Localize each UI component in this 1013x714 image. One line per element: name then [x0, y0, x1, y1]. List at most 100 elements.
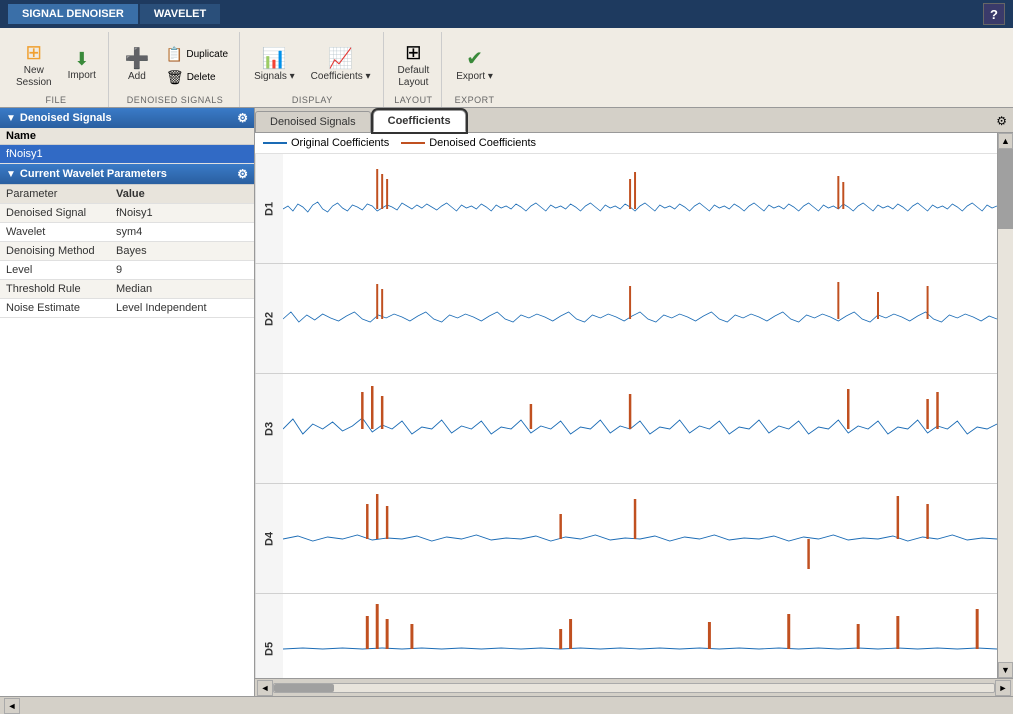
default-layout-button[interactable]: ⊞ DefaultLayout [392, 39, 436, 93]
chart-svg-d5 [283, 594, 997, 678]
duplicate-button[interactable]: 📋 Duplicate [161, 44, 233, 65]
chart-row-d3: D3 [255, 374, 997, 484]
legend-denoised-label: Denoised Coefficients [429, 137, 536, 149]
param-noise-estimate-value: Level Independent [110, 299, 254, 318]
table-row: Denoising Method Bayes [0, 242, 254, 261]
chart-row-d5: D5 [255, 594, 997, 678]
param-wavelet-label: Wavelet [0, 223, 110, 242]
denoised-signal-item-0[interactable]: fNoisy1 [0, 145, 254, 164]
title-bar: SIGNAL DENOISER WAVELET ? [0, 0, 1013, 28]
chart-svg-d4 [283, 484, 997, 593]
legend-original-label: Original Coefficients [291, 137, 389, 149]
wavelet-params-panel: ▼ Current Wavelet Parameters ⚙ Parameter… [0, 164, 254, 696]
toolbar-group-file: ⊞ NewSession ⬇ Import FILE [4, 32, 109, 107]
hscroll-right-button[interactable]: ► [995, 680, 1011, 696]
toolbar-export-buttons: ✔ Export ▾ [450, 32, 499, 95]
status-arrow-left[interactable]: ◄ [4, 698, 20, 714]
chart-row-d1: D1 [255, 154, 997, 264]
param-denoised-signal-value: fNoisy1 [110, 204, 254, 223]
table-row: Wavelet sym4 [0, 223, 254, 242]
export-button[interactable]: ✔ Export ▾ [450, 45, 499, 86]
table-row: Level 9 [0, 261, 254, 280]
import-button[interactable]: ⬇ Import [62, 46, 102, 85]
legend-original-line [263, 142, 287, 144]
signals-icon: 📊 [262, 49, 287, 69]
help-button[interactable]: ? [983, 3, 1005, 25]
import-icon: ⬇ [74, 50, 89, 68]
export-label: Export ▾ [456, 71, 493, 82]
vscroll-track [998, 149, 1013, 662]
coefficients-button[interactable]: 📈 Coefficients ▾ [305, 45, 377, 86]
tab-denoised-signals[interactable]: Denoised Signals [255, 111, 371, 132]
params-table: Parameter Value Denoised Signal fNoisy1 … [0, 184, 254, 696]
main-area: ▼ Denoised Signals ⚙ Name fNoisy1 ▼ Curr… [0, 108, 1013, 696]
param-denoising-method-label: Denoising Method [0, 242, 110, 261]
chart-legend: Original Coefficients Denoised Coefficie… [255, 133, 997, 154]
chart-row-d2: D2 [255, 264, 997, 374]
import-label: Import [68, 70, 96, 81]
title-tab-signal-denoiser[interactable]: SIGNAL DENOISER [8, 4, 138, 24]
chart-area[interactable]: Original Coefficients Denoised Coefficie… [255, 133, 997, 678]
dup-delete-stack: 📋 Duplicate 🗑 Delete [161, 44, 233, 88]
title-tab-wavelet[interactable]: WAVELET [140, 4, 220, 24]
wavelet-params-header[interactable]: ▼ Current Wavelet Parameters ⚙ [0, 164, 254, 184]
table-row: Denoised Signal fNoisy1 [0, 204, 254, 223]
chart-label-d4: D4 [255, 484, 283, 593]
tab-coefficients[interactable]: Coefficients [373, 110, 466, 132]
chart-area-with-scroll: Original Coefficients Denoised Coefficie… [255, 133, 1013, 678]
toolbar-display-buttons: 📊 Signals ▾ 📈 Coefficients ▾ [248, 32, 376, 95]
denoised-signals-title: Denoised Signals [20, 112, 112, 124]
param-threshold-rule-label: Threshold Rule [0, 280, 110, 299]
hscroll-thumb[interactable] [274, 684, 334, 692]
denoised-signals-gear-icon[interactable]: ⚙ [237, 111, 248, 125]
wavelet-params-title: Current Wavelet Parameters [20, 168, 167, 180]
coefficients-label: Coefficients ▾ [311, 71, 371, 82]
param-denoised-signal-label: Denoised Signal [0, 204, 110, 223]
hscroll-left-button[interactable]: ◄ [257, 680, 273, 696]
vertical-scrollbar[interactable]: ▲ ▼ [997, 133, 1013, 678]
delete-icon: 🗑 [166, 69, 184, 86]
param-denoising-method-value: Bayes [110, 242, 254, 261]
denoised-signals-collapse-arrow: ▼ [6, 113, 16, 124]
new-session-button[interactable]: ⊞ NewSession [10, 39, 58, 93]
default-layout-label: DefaultLayout [398, 65, 430, 89]
toolbar-group-denoised-signals: ➕ Add 📋 Duplicate 🗑 Delete DENOISED SIGN… [111, 32, 240, 107]
toolbar-group-layout: ⊞ DefaultLayout LAYOUT [386, 32, 443, 107]
title-bar-tabs: SIGNAL DENOISER WAVELET [8, 4, 220, 24]
toolbar-group-display: 📊 Signals ▾ 📈 Coefficients ▾ DISPLAY [242, 32, 383, 107]
param-level-label: Level [0, 261, 110, 280]
param-noise-estimate-label: Noise Estimate [0, 299, 110, 318]
add-button[interactable]: ➕ Add [117, 45, 157, 86]
vscroll-thumb[interactable] [998, 149, 1013, 229]
vscroll-down-button[interactable]: ▼ [998, 662, 1013, 678]
param-wavelet-value: sym4 [110, 223, 254, 242]
chart-label-d3: D3 [255, 374, 283, 483]
vscroll-up-button[interactable]: ▲ [998, 133, 1013, 149]
params-col-parameter: Parameter [0, 185, 110, 204]
param-level-value: 9 [110, 261, 254, 280]
denoised-signals-header[interactable]: ▼ Denoised Signals ⚙ [0, 108, 254, 128]
denoised-signals-col-header: Name [0, 128, 254, 145]
chart-svg-d3 [283, 374, 997, 483]
chart-svg-d2 [283, 264, 997, 373]
horizontal-scrollbar-area: ◄ ► [255, 678, 1013, 696]
status-bar: ◄ [0, 696, 1013, 714]
file-group-label: FILE [45, 95, 66, 107]
delete-button[interactable]: 🗑 Delete [161, 67, 233, 88]
legend-denoised-line [401, 142, 425, 144]
new-session-icon: ⊞ [25, 43, 42, 63]
signals-button[interactable]: 📊 Signals ▾ [248, 45, 301, 86]
right-panel: Denoised Signals Coefficients ⚙ Original… [255, 108, 1013, 696]
tabs-gear-icon[interactable]: ⚙ [990, 110, 1013, 132]
layout-group-label: LAYOUT [394, 95, 432, 107]
denoised-signals-panel: ▼ Denoised Signals ⚙ Name fNoisy1 [0, 108, 254, 164]
wavelet-params-gear-icon[interactable]: ⚙ [237, 167, 248, 181]
toolbar: ⊞ NewSession ⬇ Import FILE ➕ Add 📋 Dupli… [0, 28, 1013, 108]
chart-label-d5: D5 [255, 594, 283, 678]
chart-svg-d1 [283, 154, 997, 263]
chart-label-d2: D2 [255, 264, 283, 373]
display-group-label: DISPLAY [292, 95, 333, 107]
toolbar-group-export: ✔ Export ▾ EXPORT [444, 32, 505, 107]
tabs-bar: Denoised Signals Coefficients ⚙ [255, 108, 1013, 133]
legend-original: Original Coefficients [263, 137, 389, 149]
